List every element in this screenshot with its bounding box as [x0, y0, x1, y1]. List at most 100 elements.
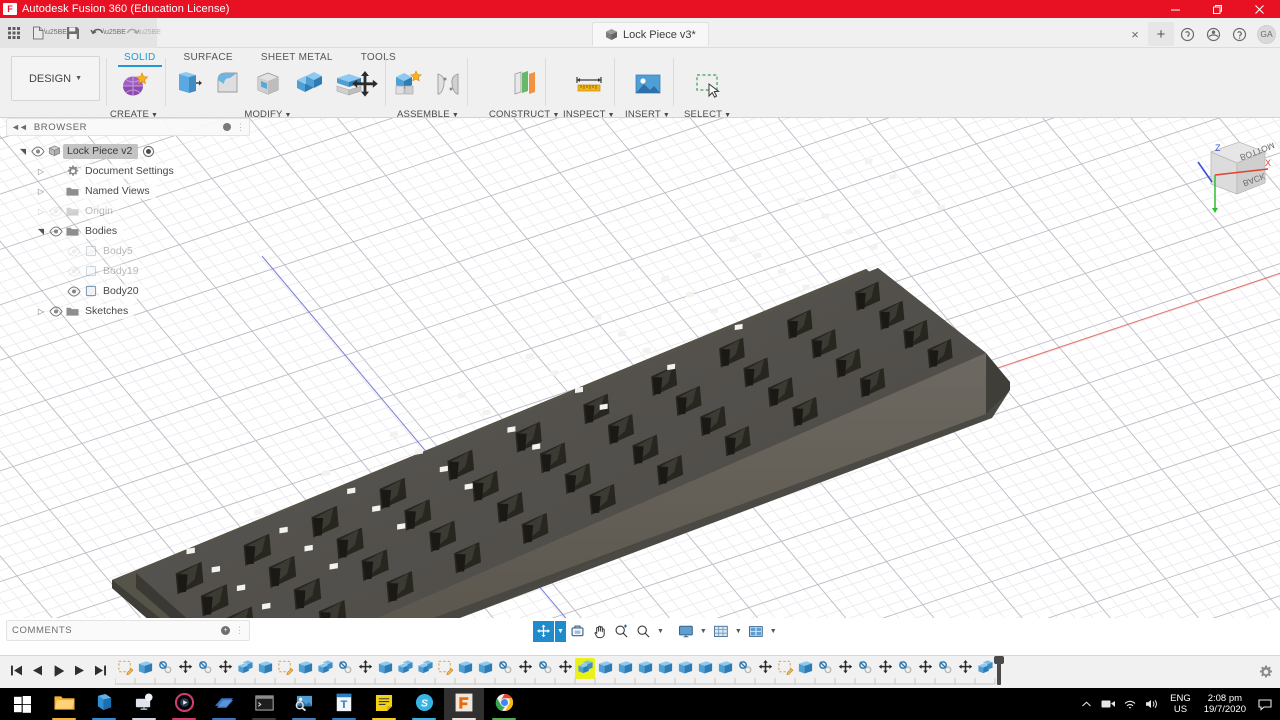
- workspace-switcher-button[interactable]: DESIGN ▼: [11, 56, 100, 101]
- shell-command[interactable]: [250, 68, 286, 100]
- redo-caret-icon[interactable]: \u25BE: [138, 21, 161, 45]
- grid-dots-icon[interactable]: [2, 21, 26, 45]
- notifications-icon[interactable]: [1200, 22, 1226, 46]
- browser-item-body5[interactable]: Body5: [6, 241, 250, 261]
- select-command[interactable]: [690, 68, 726, 100]
- display-settings-caret-icon[interactable]: ▼: [698, 621, 709, 642]
- press-pull-command[interactable]: [170, 68, 206, 100]
- activate-component-radio[interactable]: [143, 145, 155, 157]
- grid-snaps-caret-icon[interactable]: ▼: [733, 621, 744, 642]
- disclosure-triangle-closed-icon[interactable]: ▷: [38, 207, 44, 216]
- viewports-caret-icon[interactable]: ▼: [768, 621, 779, 642]
- fillet-command[interactable]: [210, 68, 246, 100]
- visibility-eye-icon[interactable]: [66, 265, 82, 277]
- file-explorer-taskbar-icon[interactable]: [44, 688, 84, 720]
- ribbon-group-construct-label[interactable]: CONSTRUCT ▼: [489, 109, 560, 120]
- job-status-icon[interactable]: [1174, 22, 1200, 46]
- browser-item-named-views[interactable]: ▷ Named Views: [6, 181, 250, 201]
- browser-item-lock-piece-v2[interactable]: ◥ Lock Piece v2: [6, 141, 250, 161]
- browser-item-body20[interactable]: Body20: [6, 281, 250, 301]
- tab-tools[interactable]: TOOLS: [347, 48, 410, 66]
- insert-image-command[interactable]: [630, 68, 666, 100]
- visibility-eye-icon[interactable]: [66, 245, 82, 257]
- visibility-eye-icon[interactable]: [48, 225, 64, 237]
- text-editor-taskbar-icon[interactable]: T: [324, 688, 364, 720]
- grid-snaps-button[interactable]: [710, 621, 732, 642]
- visibility-eye-icon[interactable]: [66, 285, 82, 297]
- offset-plane-command[interactable]: [506, 68, 542, 100]
- store-taskbar-icon[interactable]: [84, 688, 124, 720]
- visibility-eye-icon[interactable]: [48, 305, 64, 317]
- media-player-taskbar-icon[interactable]: [164, 688, 204, 720]
- tab-sheet-metal[interactable]: SHEET METAL: [247, 48, 347, 66]
- fit-view-button[interactable]: [633, 621, 654, 642]
- comments-panel[interactable]: COMMENTS + ⋮: [6, 620, 250, 641]
- fit-view-caret-icon[interactable]: ▼: [655, 621, 666, 642]
- disclosure-triangle-open-icon[interactable]: ◥: [38, 227, 44, 236]
- ribbon-group-inspect-label[interactable]: INSPECT ▼: [563, 109, 615, 120]
- visibility-eye-icon[interactable]: [30, 145, 46, 157]
- skype-taskbar-icon[interactable]: S: [404, 688, 444, 720]
- zoom-tool-button[interactable]: [611, 621, 632, 642]
- orbit-caret-icon[interactable]: ▼: [555, 621, 566, 642]
- joint-command[interactable]: [430, 68, 466, 100]
- panel-options-dot-icon[interactable]: [223, 123, 231, 131]
- close-icon[interactable]: [1238, 0, 1280, 18]
- timeline-jump-end-button[interactable]: [90, 660, 111, 684]
- fusion-360-taskbar-icon[interactable]: [444, 688, 484, 720]
- timeline-track[interactable]: [115, 655, 1250, 689]
- disclosure-triangle-open-icon[interactable]: ◥: [20, 147, 26, 156]
- timeline-end-marker[interactable]: [994, 655, 1004, 685]
- remote-desktop-taskbar-icon[interactable]: [124, 688, 164, 720]
- close-tab-icon[interactable]: ×: [1122, 22, 1148, 46]
- timeline-jump-start-button[interactable]: [6, 660, 27, 684]
- action-center-icon[interactable]: [1252, 688, 1278, 720]
- file-menu-caret-icon[interactable]: \u25BE: [44, 21, 67, 45]
- browser-item-origin[interactable]: ▷ Origin: [6, 201, 250, 221]
- chrome-taskbar-icon[interactable]: [484, 688, 524, 720]
- panel-grip-icon[interactable]: ⋮: [235, 625, 244, 636]
- save-icon[interactable]: [61, 21, 85, 45]
- snipping-tool-taskbar-icon[interactable]: [284, 688, 324, 720]
- ribbon-group-insert-label[interactable]: INSERT ▼: [625, 109, 670, 120]
- notes-taskbar-icon[interactable]: [364, 688, 404, 720]
- tab-solid[interactable]: SOLID: [110, 48, 170, 67]
- new-component-command[interactable]: [390, 68, 426, 100]
- autodesk-taskbar-icon[interactable]: [204, 688, 244, 720]
- speaker-icon[interactable]: [1141, 688, 1163, 720]
- wifi-icon[interactable]: [1119, 688, 1141, 720]
- combine-command[interactable]: [290, 68, 326, 100]
- minimize-icon[interactable]: [1154, 0, 1196, 18]
- restore-icon[interactable]: [1196, 0, 1238, 18]
- browser-item-bodies[interactable]: ◥ Bodies: [6, 221, 250, 241]
- terminal-taskbar-icon[interactable]: [244, 688, 284, 720]
- display-settings-button[interactable]: [675, 621, 697, 642]
- collapse-left-icon[interactable]: ◄◄: [11, 122, 28, 132]
- ribbon-group-assemble-label[interactable]: ASSEMBLE ▼: [397, 109, 459, 120]
- document-tab[interactable]: Lock Piece v3*: [592, 22, 709, 46]
- disclosure-triangle-closed-icon[interactable]: ▷: [38, 187, 44, 196]
- move-copy-command[interactable]: [347, 68, 383, 100]
- browser-item-document-settings[interactable]: ▷ Document Settings: [6, 161, 250, 181]
- chevron-up-icon[interactable]: [1075, 688, 1097, 720]
- browser-item-body19[interactable]: Body19: [6, 261, 250, 281]
- tab-surface[interactable]: SURFACE: [170, 48, 247, 66]
- timeline-step-forward-button[interactable]: [69, 660, 90, 684]
- windows-start-icon[interactable]: [0, 688, 44, 720]
- timeline-step-back-button[interactable]: [27, 660, 48, 684]
- help-icon[interactable]: [1226, 22, 1252, 46]
- undo-caret-icon[interactable]: \u25BE: [103, 21, 126, 45]
- avatar[interactable]: GA: [1257, 24, 1276, 44]
- language-indicator[interactable]: ENG US: [1163, 688, 1198, 720]
- timeline-settings-gear-icon[interactable]: [1252, 656, 1280, 689]
- disclosure-triangle-closed-icon[interactable]: ▷: [38, 167, 44, 176]
- add-comment-icon[interactable]: +: [221, 626, 230, 635]
- clock[interactable]: 2:08 pm 19/7/2020: [1198, 688, 1252, 720]
- panel-grip-icon[interactable]: ⋮: [236, 122, 245, 133]
- new-tab-button[interactable]: +: [1148, 22, 1174, 46]
- look-at-button[interactable]: [567, 621, 588, 642]
- viewports-button[interactable]: [745, 621, 767, 642]
- disclosure-triangle-closed-icon[interactable]: ▷: [38, 307, 44, 316]
- timeline-play-button[interactable]: [48, 660, 69, 684]
- create-sketch-command[interactable]: [116, 68, 152, 100]
